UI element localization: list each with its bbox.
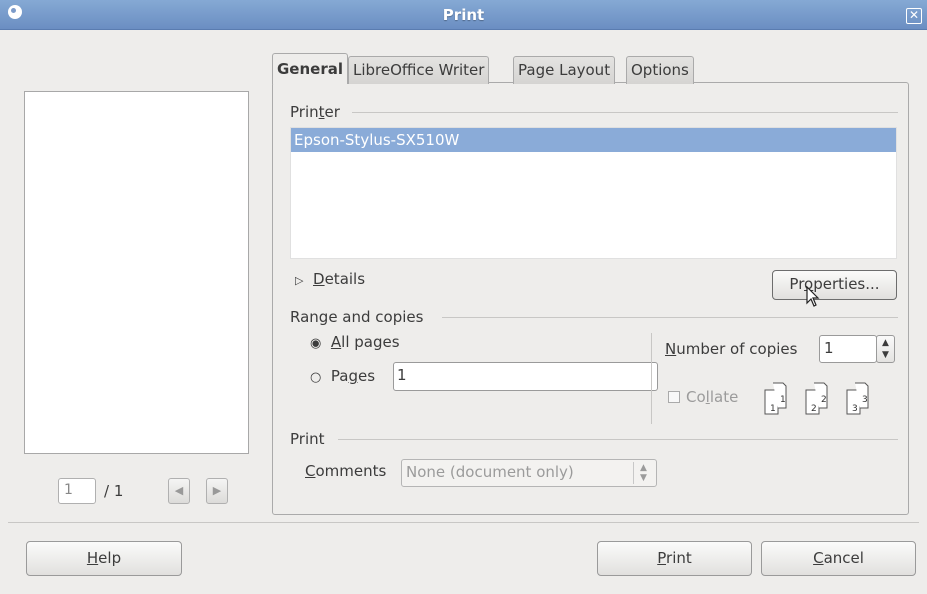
print-preview	[24, 91, 249, 454]
tab-page-layout[interactable]: Page Layout	[513, 56, 616, 84]
page-number-input[interactable]: 1	[58, 478, 96, 504]
range-section-label: Range and copies	[290, 308, 424, 326]
collate-checkbox[interactable]: Collate	[668, 388, 738, 406]
range-separator	[442, 317, 898, 318]
help-button[interactable]: Help	[26, 541, 182, 576]
spin-up-icon[interactable]: ▲	[877, 337, 894, 349]
print-separator	[338, 439, 898, 440]
comments-label: Comments	[305, 462, 387, 480]
radio-unselected-icon: ○	[310, 370, 322, 385]
next-page-button[interactable]: ▶	[206, 478, 228, 504]
comments-selected-value: None (document only)	[406, 463, 574, 481]
svg-text:2: 2	[811, 404, 817, 414]
checkbox-icon	[668, 391, 680, 403]
print-button[interactable]: Print	[597, 541, 752, 576]
combo-arrows-icon: ▲ ▼	[633, 462, 653, 484]
title-bar: Print ✕	[0, 0, 927, 30]
svg-text:1: 1	[780, 395, 786, 405]
collate-pages-icon: 11 22 33	[764, 382, 869, 415]
comments-select[interactable]: None (document only) ▲ ▼	[401, 459, 657, 487]
pages-input[interactable]: 1	[393, 362, 658, 391]
button-bar-separator	[8, 522, 919, 523]
range-vertical-separator	[651, 333, 652, 424]
printer-section-label: Printer	[290, 103, 340, 121]
close-icon[interactable]: ✕	[906, 8, 922, 24]
print-section-label: Print	[290, 430, 325, 448]
mouse-cursor-icon	[806, 286, 820, 307]
tab-general[interactable]: General	[272, 53, 348, 84]
previous-page-button[interactable]: ◀	[168, 478, 190, 504]
copies-spinner[interactable]: ▲ ▼	[876, 335, 895, 363]
printer-separator	[352, 112, 898, 113]
number-of-copies-label: Number of copies	[665, 340, 798, 358]
printer-list-item[interactable]: Epson-Stylus-SX510W	[291, 128, 896, 152]
window-title: Print	[442, 6, 485, 24]
page-total-label: / 1	[104, 482, 124, 500]
details-expander[interactable]: ▷ Details	[295, 270, 365, 288]
svg-text:3: 3	[852, 404, 858, 414]
properties-button[interactable]: Properties...	[772, 270, 897, 300]
printer-list[interactable]: Epson-Stylus-SX510W	[290, 127, 897, 259]
svg-text:1: 1	[770, 404, 776, 414]
pages-radio[interactable]: ○ Pages	[310, 367, 375, 385]
svg-text:3: 3	[862, 395, 868, 405]
tab-libreoffice-writer[interactable]: LibreOffice Writer	[348, 56, 490, 84]
svg-text:2: 2	[821, 395, 827, 405]
copies-input[interactable]: 1	[819, 335, 877, 363]
cancel-button[interactable]: Cancel	[761, 541, 916, 576]
tab-options[interactable]: Options	[626, 56, 694, 84]
expander-triangle-icon: ▷	[295, 274, 304, 287]
all-pages-radio[interactable]: ◉ All pages	[310, 333, 400, 351]
radio-selected-icon: ◉	[310, 336, 322, 351]
spin-down-icon[interactable]: ▼	[877, 349, 894, 361]
